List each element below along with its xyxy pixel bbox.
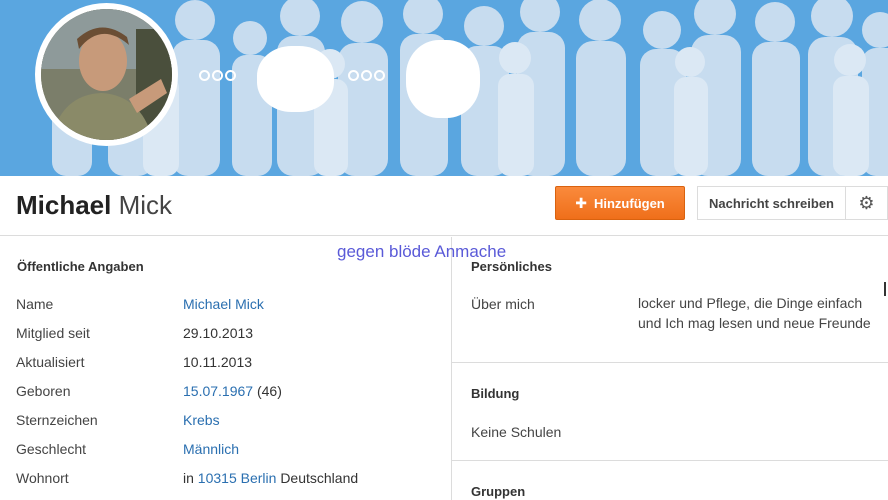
avatar-photo: [41, 9, 172, 140]
text-cursor-mark: [884, 282, 886, 296]
info-label: Name: [16, 296, 54, 312]
section-divider: [452, 460, 888, 461]
profile-last-name: Mick: [118, 190, 173, 220]
age-value: (46): [256, 383, 282, 399]
groups-title: Gruppen: [471, 484, 526, 499]
education-title: Bildung: [471, 386, 520, 401]
info-value: 29.10.2013: [183, 325, 254, 341]
info-row-updated: Aktualisiert 10.11.2013: [16, 354, 446, 370]
redaction-blob: [406, 40, 480, 118]
profile-name: Michael Mick: [16, 190, 172, 221]
public-info-title: Öffentliche Angaben: [17, 259, 144, 274]
overlay-annotation-text: gegen blöde Anmache: [337, 242, 507, 261]
info-row-zodiac: Sternzeichen Krebs: [16, 412, 446, 428]
send-message-button[interactable]: Nachricht schreiben: [697, 186, 846, 220]
dot-icon: [361, 70, 372, 81]
profile-avatar[interactable]: [35, 3, 178, 146]
gender-link[interactable]: Männlich: [183, 441, 239, 457]
location-link[interactable]: 10315 Berlin: [198, 470, 277, 486]
info-label: Sternzeichen: [16, 412, 98, 428]
about-me-label: Über mich: [471, 296, 535, 312]
send-message-label: Nachricht schreiben: [709, 195, 834, 211]
about-me-line: und Ich mag lesen und neue Freunde: [638, 315, 871, 331]
add-friend-label: Hinzufügen: [593, 195, 665, 211]
location-country: Deutschland: [280, 470, 359, 486]
info-label: Aktualisiert: [16, 354, 85, 370]
dot-icon: [348, 70, 359, 81]
dot-icon: [225, 70, 236, 81]
section-divider: [452, 362, 888, 363]
dot-icon: [199, 70, 210, 81]
profile-header-bar: Michael Mick ✚ Hinzufügen Nachricht schr…: [0, 176, 888, 236]
plus-icon: ✚: [575, 194, 587, 211]
profile-first-name: Michael: [16, 190, 112, 220]
info-row-location: Wohnort in 10315 Berlin Deutschland: [16, 470, 446, 486]
info-value: in 10315 Berlin Deutschland: [183, 470, 358, 486]
settings-button[interactable]: ⚙: [846, 186, 888, 220]
info-label: Mitglied seit: [16, 325, 90, 341]
info-row-name: Name Michael Mick: [16, 296, 446, 312]
info-value: 10.11.2013: [183, 354, 253, 370]
dot-icon: [374, 70, 385, 81]
name-link[interactable]: Michael Mick: [183, 296, 264, 312]
dot-icon: [212, 70, 223, 81]
birthday-link[interactable]: 15.07.1967: [183, 383, 253, 399]
info-value: 15.07.1967 (46): [183, 383, 282, 399]
gear-icon: ⚙: [858, 192, 875, 213]
info-label: Geschlecht: [16, 441, 87, 457]
add-friend-button[interactable]: ✚ Hinzufügen: [555, 186, 685, 220]
zodiac-link[interactable]: Krebs: [183, 412, 220, 428]
redaction-blob: [257, 46, 334, 112]
about-me-line: locker und Pflege, die Dinge einfach: [638, 295, 863, 311]
redaction-dots: [199, 70, 236, 81]
redaction-dots: [348, 70, 385, 81]
info-row-birthday: Geboren 15.07.1967 (46): [16, 383, 446, 399]
location-prefix: in: [183, 470, 194, 486]
info-label: Wohnort: [16, 470, 69, 486]
about-me-text: locker und Pflege, die Dinge einfach und…: [638, 293, 888, 333]
info-row-gender: Geschlecht Männlich: [16, 441, 446, 457]
cover-banner: [0, 0, 888, 176]
education-value: Keine Schulen: [471, 424, 562, 440]
info-label: Geboren: [16, 383, 71, 399]
info-row-member-since: Mitglied seit 29.10.2013: [16, 325, 446, 341]
